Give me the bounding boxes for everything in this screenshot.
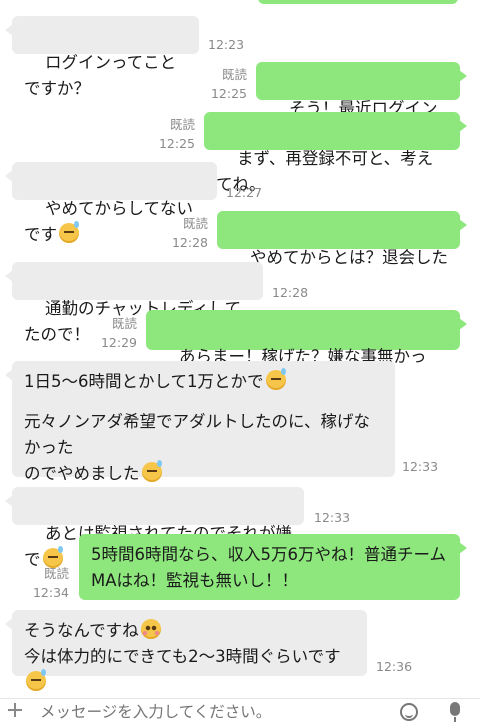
message-line: のでやめました [24,464,140,483]
message-text: ログインってことですか？ [24,53,177,98]
sweat-smile-icon [59,221,79,243]
plus-icon[interactable] [8,703,22,717]
message-line: そうなんですね [24,621,139,640]
read-receipt: 既読 [111,316,137,331]
incoming-message[interactable]: あとは監視されてたのでそれが嫌で [5,487,304,569]
outgoing-message[interactable]: そう！最近ログインした？ [256,62,467,144]
message-time: 12:36 [376,659,413,674]
message-line: 1日5〜6時間とかして1万とかで [24,372,264,391]
sweat-smile-icon [141,460,162,482]
outgoing-message[interactable]: やめてからとは？退会したの？ [217,211,467,293]
incoming-message[interactable]: やめてからしてないです [5,162,217,244]
message-line: 今は体力的にできても2〜3時間ぐらいです [24,647,341,666]
chat-thread: ログインってことですか？ 12:23 既読 12:25 そう！最近ログインした？… [0,0,480,724]
outgoing-message[interactable]: あらまー！稼げた？嫌な事無かった？？ [146,310,467,392]
message-line: 5時間6時間なら、収入5万6万やね！普通チーム [91,545,446,564]
message-time: 12:29 [100,335,137,350]
message-line: MAはね！監視も無いし！！ [91,571,299,590]
mic-icon[interactable] [450,702,460,722]
message-time: 12:23 [208,37,245,52]
sweat-smile-icon [26,669,46,691]
message-composer [0,698,480,725]
message-time: 12:25 [210,86,247,101]
message-time: 12:33 [314,510,351,525]
read-receipt: 既読 [182,216,208,231]
message-time: 12:34 [32,585,69,600]
outgoing-message[interactable]: 5時間6時間なら、収入5万6万やね！普通チーム MAはね！監視も無いし！！ [79,534,467,600]
incoming-message[interactable]: 通勤のチャットレディしてたので！ [5,262,263,344]
message-input[interactable] [40,703,380,721]
smile-icon[interactable] [400,703,418,721]
flushed-face-icon [140,619,161,639]
previous-message-bubble [258,0,458,4]
message-line: 元々ノンアダ希望でアダルトしたのに、稼げなかった [24,412,371,457]
outgoing-message[interactable]: まず、再登録不可と、考えてね。 [204,112,467,194]
read-receipt: 既読 [221,67,247,82]
incoming-message[interactable]: そうなんですね 今は体力的にできても2〜3時間ぐらいです [5,610,367,691]
read-receipt: 既読 [43,566,69,581]
message-time: 12:27 [226,185,263,200]
sweat-smile-icon [42,546,63,568]
message-time: 12:28 [171,235,208,250]
read-receipt: 既読 [169,117,195,132]
sweat-smile-icon [265,368,286,390]
incoming-message[interactable]: ログインってことですか？ [5,16,199,98]
incoming-message[interactable]: 1日5〜6時間とかして1万とかで 元々ノンアダ希望でアダルトしたのに、稼げなかっ… [5,361,395,483]
message-time: 12:28 [272,285,309,300]
message-time: 12:25 [158,136,195,151]
message-time: 12:33 [402,459,439,474]
